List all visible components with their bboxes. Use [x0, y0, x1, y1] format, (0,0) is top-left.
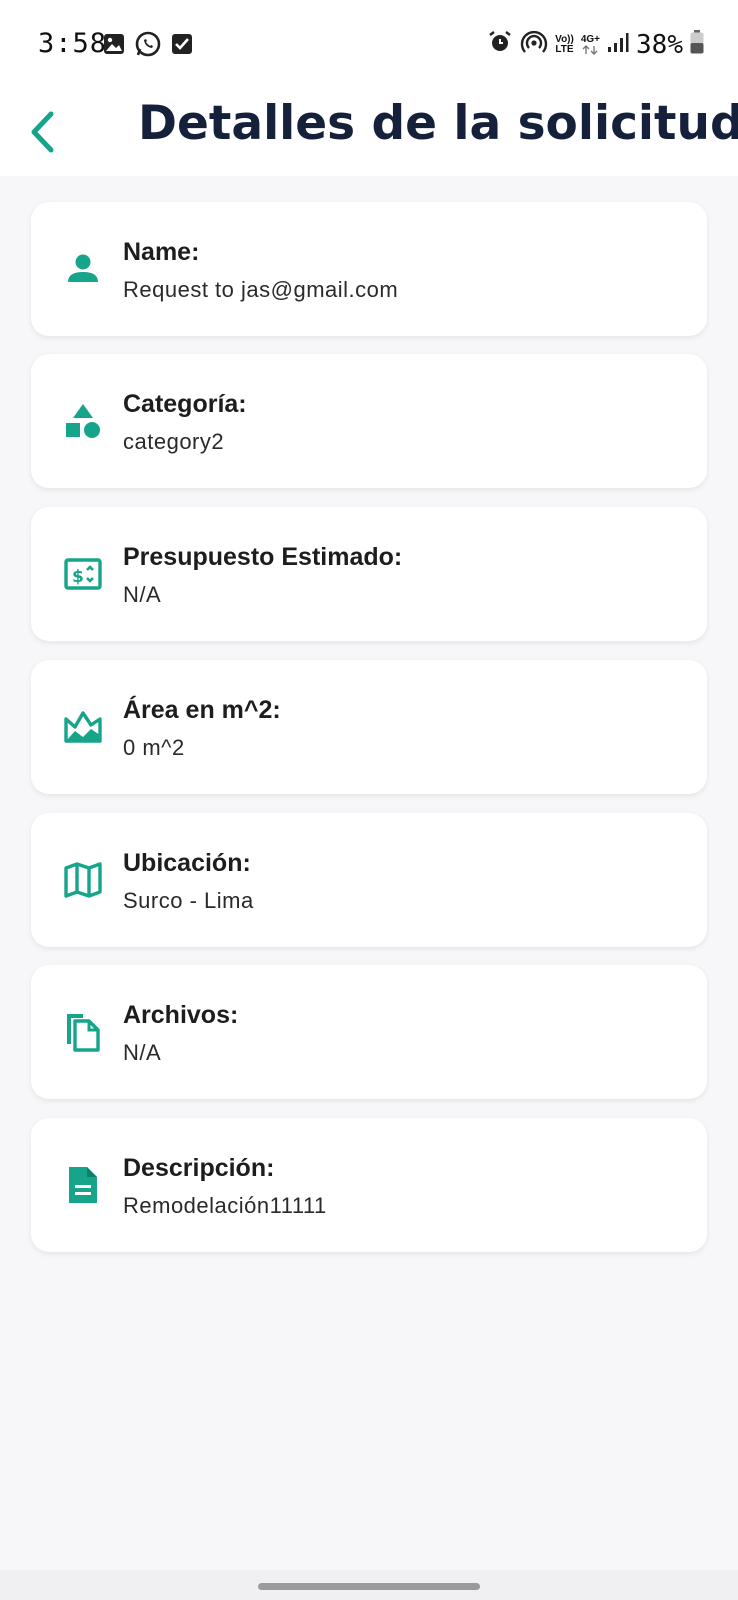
detail-card-budget: $ Presupuesto Estimado: N/A: [31, 507, 707, 641]
hotspot-icon: [520, 28, 548, 61]
detail-label: Presupuesto Estimado:: [123, 543, 403, 571]
detail-card-description: Descripción: Remodelación11111: [31, 1118, 707, 1252]
category-icon: [66, 404, 100, 438]
battery-icon: [690, 30, 704, 59]
detail-card-category: Categoría: category2: [31, 354, 707, 488]
svg-text:$: $: [72, 567, 84, 587]
detail-value: category2: [123, 429, 225, 454]
alarm-icon: [487, 29, 513, 60]
area-chart-icon: [64, 711, 102, 743]
battery-percent: 38%: [636, 29, 683, 60]
detail-label: Descripción:: [123, 1154, 275, 1182]
detail-value: 0 m^2: [123, 735, 185, 760]
gallery-icon: [102, 32, 126, 61]
whatsapp-icon: [134, 30, 162, 63]
detail-value: Surco - Lima: [123, 888, 254, 913]
network-type-icon: 4G+: [581, 34, 600, 55]
app-header: Detalles de la solicitud: [0, 86, 738, 176]
system-nav-bar: [0, 1570, 738, 1600]
detail-value: N/A: [123, 582, 162, 607]
system-status-icons: Vo)) LTE 4G+ 38%: [487, 28, 704, 61]
status-time: 3:58: [38, 28, 108, 59]
detail-card-area: Área en m^2: 0 m^2: [31, 660, 707, 794]
document-icon: [69, 1167, 97, 1203]
notification-icons: [102, 30, 194, 63]
detail-card-name: Name: Request to jas@gmail.com: [31, 202, 707, 336]
detail-label: Categoría:: [123, 390, 247, 418]
person-icon: [68, 254, 98, 282]
home-indicator[interactable]: [258, 1583, 480, 1590]
signal-icon: [607, 31, 629, 58]
page-title: Detalles de la solicitud: [138, 96, 738, 151]
map-icon: [64, 862, 102, 898]
chevron-left-icon: [31, 111, 54, 153]
checkbox-notification-icon: [170, 32, 194, 61]
detail-card-files: Archivos: N/A: [31, 965, 707, 1099]
status-bar: 3:58 Vo)) LTE 4G+ 38%: [0, 0, 738, 86]
detail-label: Archivos:: [123, 1001, 239, 1029]
detail-label: Área en m^2:: [123, 696, 281, 724]
detail-value: N/A: [123, 1040, 162, 1065]
detail-value: Remodelación11111: [123, 1193, 327, 1218]
detail-label: Ubicación:: [123, 849, 251, 877]
detail-card-location: Ubicación: Surco - Lima: [31, 813, 707, 947]
files-icon: [67, 1014, 100, 1052]
back-button[interactable]: [24, 100, 64, 160]
volte-icon: Vo)) LTE: [555, 33, 574, 55]
money-icon: $: [64, 558, 102, 590]
detail-value: Request to jas@gmail.com: [123, 277, 399, 302]
detail-label: Name:: [123, 238, 200, 266]
